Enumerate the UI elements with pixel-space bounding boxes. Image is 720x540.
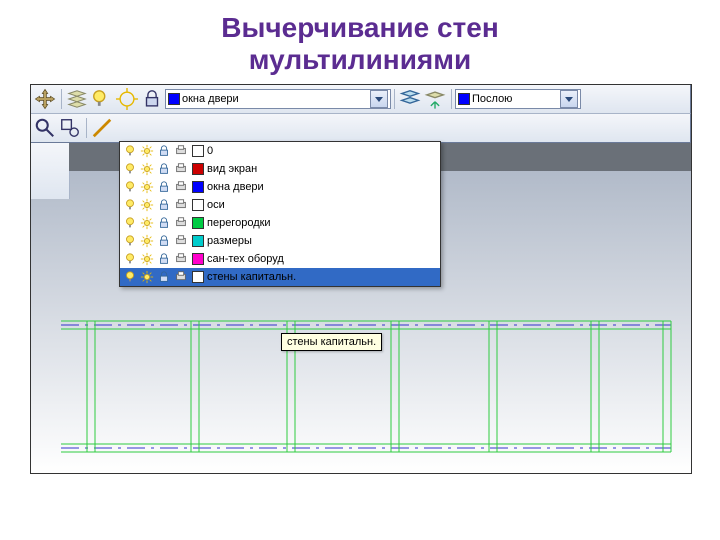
- layer-swatch: [192, 235, 204, 247]
- line-tool-icon[interactable]: [90, 116, 114, 140]
- printer-icon: [174, 252, 188, 266]
- layer-swatch: [192, 199, 204, 211]
- drawing-area[interactable]: 0 вид экран окна двери оси перегородки размер…: [31, 142, 691, 473]
- layer-toolbar: окна двери Послою: [31, 85, 691, 113]
- layer-manager-icon[interactable]: [65, 87, 89, 111]
- lightbulb-icon: [123, 162, 137, 176]
- lock-icon: [157, 198, 171, 212]
- layer-freeze-icon[interactable]: [115, 87, 139, 111]
- layer-label: окна двери: [207, 181, 437, 193]
- layer-label: стены капитальн.: [207, 271, 437, 283]
- color-swatch: [458, 93, 470, 105]
- zoom-window-icon[interactable]: [58, 116, 82, 140]
- sun-icon: [140, 270, 154, 284]
- layer-label: 0: [207, 145, 437, 157]
- lightbulb-icon: [123, 234, 137, 248]
- sun-icon: [140, 144, 154, 158]
- lightbulb-icon: [123, 216, 137, 230]
- chevron-down-icon[interactable]: [560, 90, 578, 108]
- printer-icon: [174, 198, 188, 212]
- layer-swatch: [192, 163, 204, 175]
- sun-icon: [140, 180, 154, 194]
- secondary-toolbar: [31, 113, 691, 142]
- color-label: Послою: [472, 93, 558, 105]
- layer-label: сан-тех оборуд: [207, 253, 437, 265]
- lock-icon: [157, 234, 171, 248]
- layer-swatch: [192, 217, 204, 229]
- printer-icon: [174, 234, 188, 248]
- lock-icon: [157, 162, 171, 176]
- layer-toggle-icon[interactable]: [90, 87, 114, 111]
- lightbulb-icon: [123, 252, 137, 266]
- sun-icon: [140, 198, 154, 212]
- layer-swatch: [192, 145, 204, 157]
- separator: [394, 89, 395, 109]
- lock-icon: [157, 270, 171, 284]
- layer-swatch: [168, 93, 180, 105]
- printer-icon: [174, 270, 188, 284]
- sun-icon: [140, 252, 154, 266]
- lightbulb-icon: [123, 198, 137, 212]
- color-dropdown[interactable]: Послою: [455, 89, 581, 109]
- chevron-down-icon[interactable]: [370, 90, 388, 108]
- tooltip: стены капитальн.: [281, 333, 382, 351]
- current-layer-dropdown[interactable]: окна двери: [165, 89, 391, 109]
- layer-label: вид экран: [207, 163, 437, 175]
- separator: [451, 89, 452, 109]
- lock-icon: [157, 180, 171, 194]
- layer-states-icon[interactable]: [398, 87, 422, 111]
- title-line-1: Вычерчивание стен: [0, 12, 720, 44]
- layer-swatch: [192, 271, 204, 283]
- lock-icon: [157, 252, 171, 266]
- title-line-2: мультилиниями: [0, 44, 720, 76]
- sun-icon: [140, 216, 154, 230]
- layer-label: перегородки: [207, 217, 437, 229]
- left-tool-palette: [31, 143, 70, 199]
- sun-icon: [140, 234, 154, 248]
- separator: [61, 89, 62, 109]
- lightbulb-icon: [123, 270, 137, 284]
- lightbulb-icon: [123, 180, 137, 194]
- printer-icon: [174, 216, 188, 230]
- layer-item[interactable]: окна двери: [120, 178, 440, 196]
- layer-item[interactable]: 0: [120, 142, 440, 160]
- pan-icon[interactable]: [33, 87, 57, 111]
- sun-icon: [140, 162, 154, 176]
- layer-item[interactable]: оси: [120, 196, 440, 214]
- layer-item[interactable]: стены капитальн.: [120, 268, 440, 286]
- lock-icon: [157, 144, 171, 158]
- layer-item[interactable]: перегородки: [120, 214, 440, 232]
- layer-item[interactable]: вид экран: [120, 160, 440, 178]
- cad-app-window: окна двери Послою 0вид: [30, 84, 692, 474]
- layer-swatch: [192, 253, 204, 265]
- layer-item[interactable]: размеры: [120, 232, 440, 250]
- printer-icon: [174, 144, 188, 158]
- layer-prev-icon[interactable]: [423, 87, 447, 111]
- layer-lock-icon[interactable]: [140, 87, 164, 111]
- current-layer-label: окна двери: [182, 93, 368, 105]
- layer-label: оси: [207, 199, 437, 211]
- printer-icon: [174, 180, 188, 194]
- page-title: Вычерчивание стен мультилиниями: [0, 0, 720, 84]
- printer-icon: [174, 162, 188, 176]
- layer-item[interactable]: сан-тех оборуд: [120, 250, 440, 268]
- layer-dropdown-list[interactable]: 0 вид экран окна двери оси перегородки размер…: [119, 141, 441, 287]
- layer-swatch: [192, 181, 204, 193]
- lightbulb-icon: [123, 144, 137, 158]
- layer-label: размеры: [207, 235, 437, 247]
- lock-icon: [157, 216, 171, 230]
- separator: [86, 118, 87, 138]
- zoom-icon[interactable]: [33, 116, 57, 140]
